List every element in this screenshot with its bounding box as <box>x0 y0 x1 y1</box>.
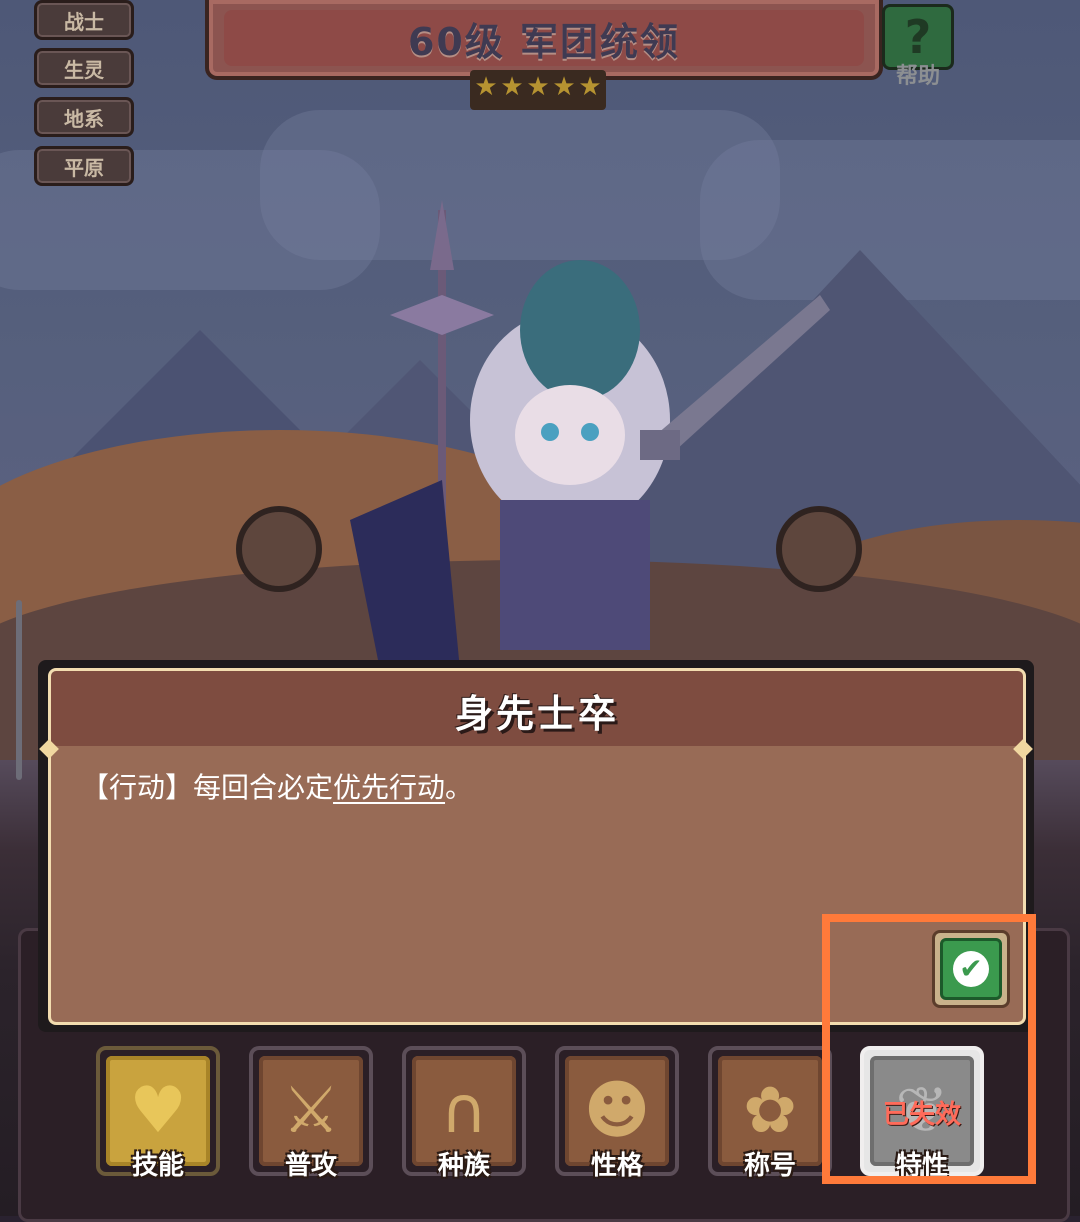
dialog-header: 身先士卒 <box>48 668 1026 752</box>
right-ornament <box>776 506 862 592</box>
highlight-box <box>822 914 1036 1184</box>
tab-attack[interactable]: ⚔ 普攻 <box>249 1046 373 1181</box>
sword-icon: ⚔ <box>282 1074 340 1148</box>
tag-terrain: 平原 <box>34 146 134 186</box>
mask-icon: ☻ <box>583 1074 651 1148</box>
tab-label: 称号 <box>743 1151 796 1181</box>
star-icon: ★ <box>474 72 498 102</box>
heart-shield-icon: ♥ <box>129 1074 187 1148</box>
character-illustration <box>350 200 830 670</box>
help-label: 帮助 <box>895 64 940 89</box>
tab-skill[interactable]: ♥ 技能 <box>96 1046 220 1181</box>
tab-race[interactable]: ∩ 种族 <box>402 1046 526 1181</box>
help-button[interactable]: ? 帮助 <box>882 4 954 89</box>
tab-label: 技能 <box>131 1151 184 1181</box>
keyword-link[interactable]: 优先行动 <box>333 771 445 804</box>
scrollbar[interactable] <box>16 600 22 780</box>
star-icon: ★ <box>552 72 576 102</box>
tag-element: 地系 <box>34 97 134 137</box>
level-title: 60级 军团统领 <box>407 19 681 64</box>
star-rating: ★ ★ ★ ★ ★ <box>470 70 606 110</box>
tab-label: 普攻 <box>284 1151 337 1181</box>
tab-personality[interactable]: ☻ 性格 <box>555 1046 679 1181</box>
level-banner: 60级 军团统领 <box>205 0 883 80</box>
tag-class: 战士 <box>34 0 134 40</box>
tag-race: 生灵 <box>34 48 134 88</box>
tab-label: 性格 <box>590 1151 643 1181</box>
dialog-title: 身先士卒 <box>454 691 619 736</box>
trait-description: 【行动】每回合必定优先行动。 <box>81 771 474 804</box>
star-icon: ★ <box>578 72 602 102</box>
horseshoe-icon: ∩ <box>440 1074 488 1148</box>
star-icon: ★ <box>500 72 524 102</box>
crest-icon: ✿ <box>743 1074 797 1148</box>
star-icon: ★ <box>526 72 550 102</box>
left-ornament <box>236 506 322 592</box>
tab-title[interactable]: ✿ 称号 <box>708 1046 832 1181</box>
tab-label: 种族 <box>437 1151 490 1181</box>
